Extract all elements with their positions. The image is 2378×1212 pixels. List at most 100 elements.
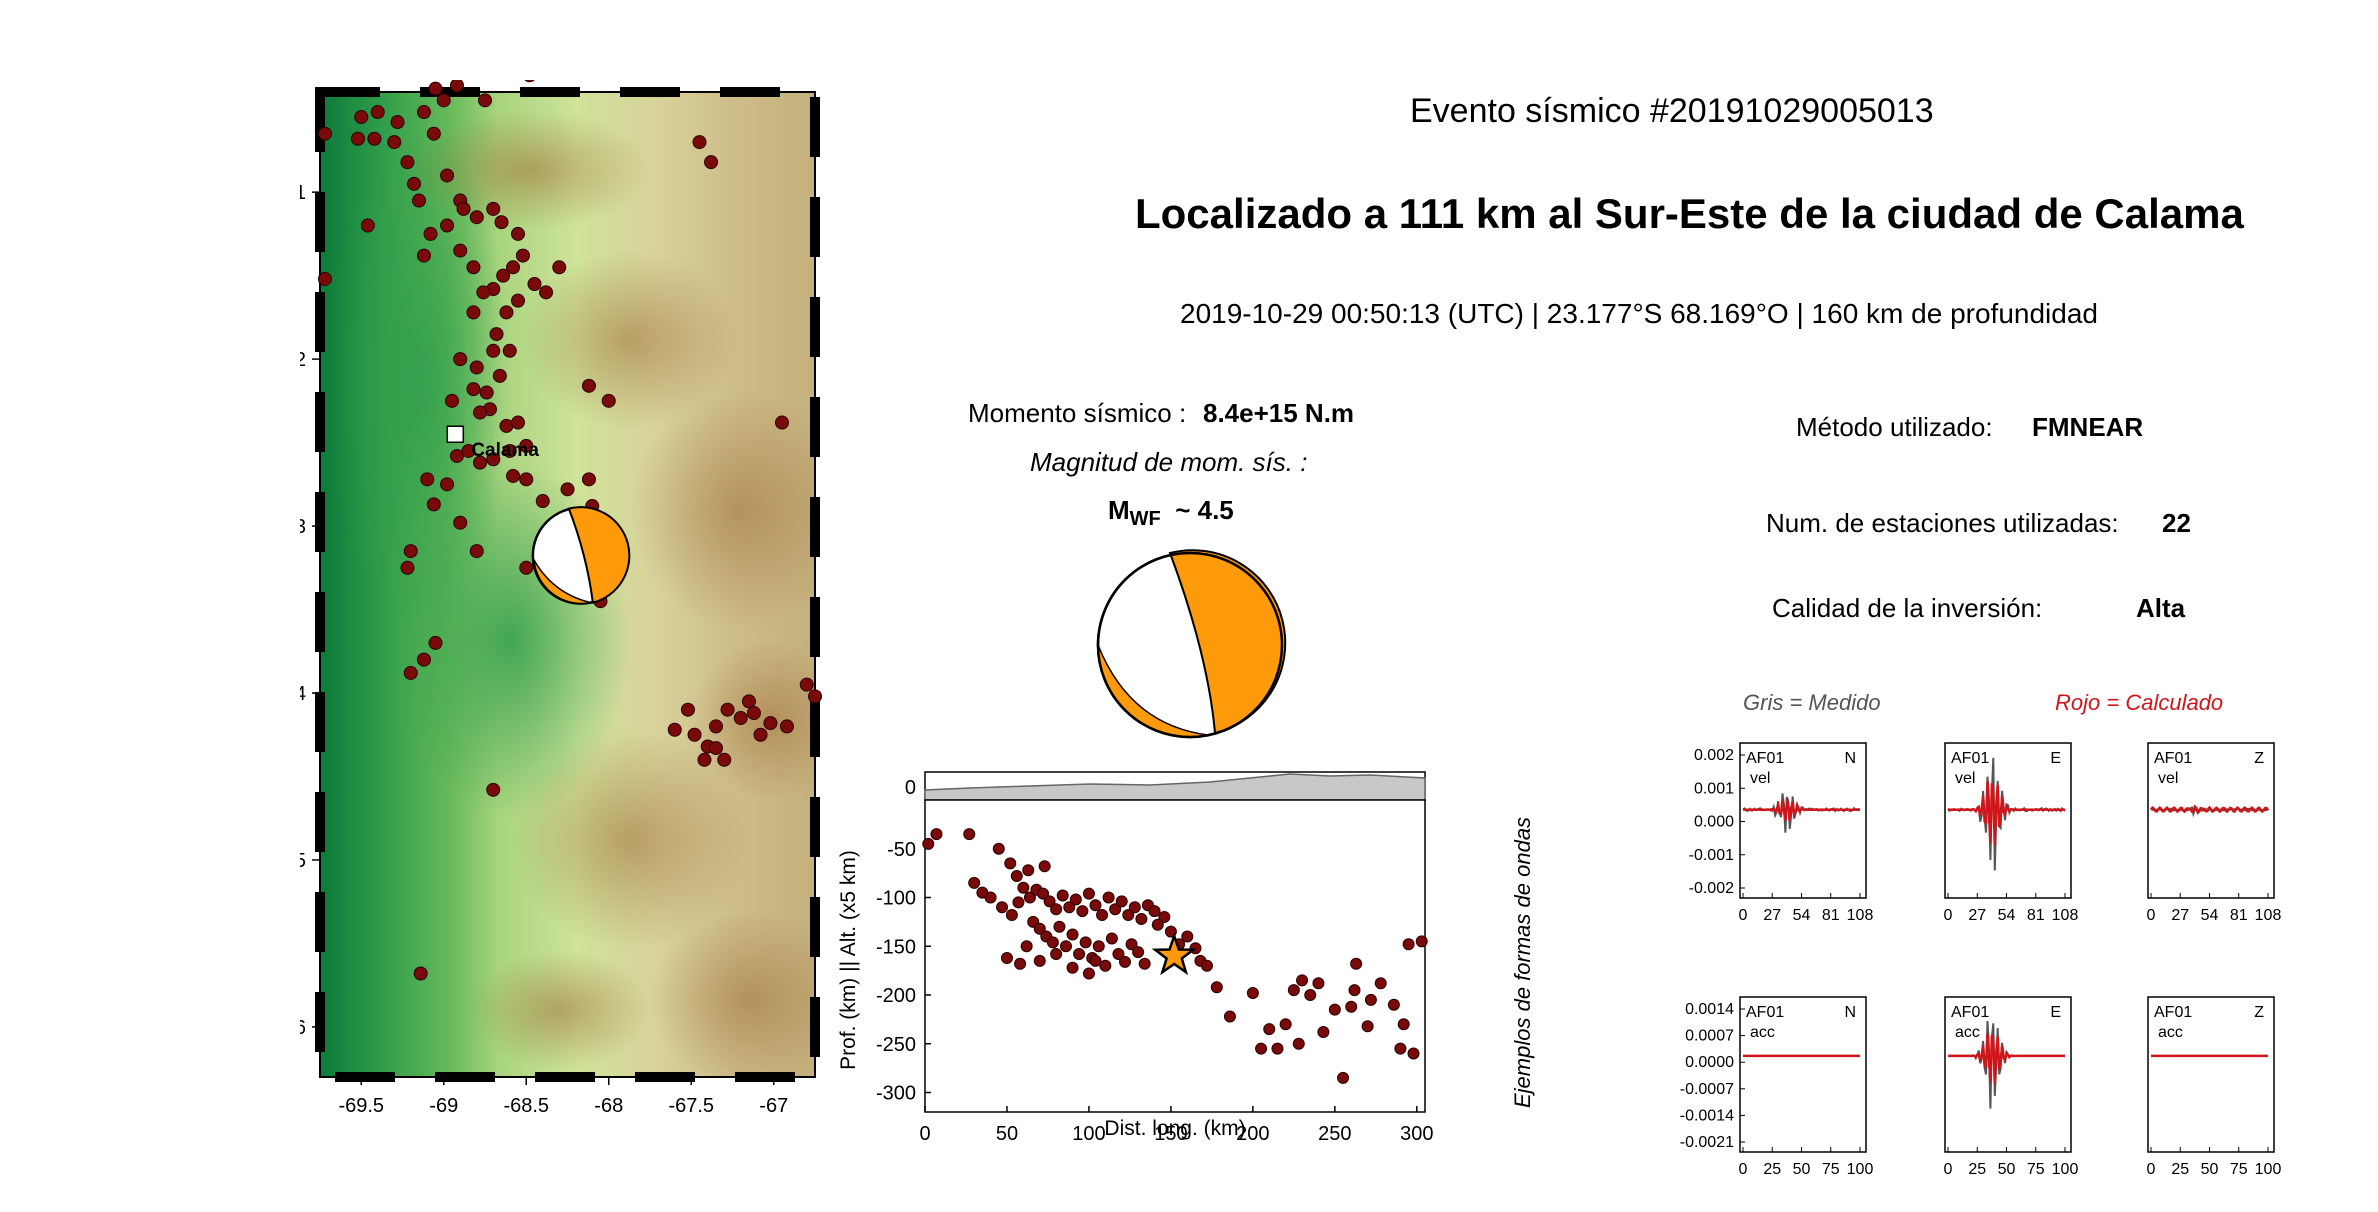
waveform-x-tick-label: 81 (2027, 907, 2045, 924)
waveform-y-tick-label: -0.002 (1689, 880, 1734, 897)
xs-event-dot (984, 891, 997, 904)
xs-event-dot (1132, 946, 1145, 959)
waveform-x-tick-label: 50 (2201, 1161, 2219, 1175)
xs-event-dot (1082, 887, 1095, 900)
xs-event-dot (1304, 989, 1317, 1001)
map-event-dot (426, 497, 441, 512)
waveform-y-tick-label: -0.0014 (1680, 1107, 1734, 1124)
waveform-y-tick-label: -0.0007 (1680, 1081, 1734, 1098)
xs-event-dot (1119, 955, 1131, 968)
map-x-tick-label: -68 (594, 1095, 623, 1117)
map-event-dot (428, 635, 443, 650)
city-label: Calama (471, 440, 539, 461)
xs-event-dot (1089, 899, 1102, 912)
magnitude-subscript: WF (1129, 508, 1161, 531)
xs-event-dot (1255, 1042, 1268, 1055)
waveform-station: AF01 (2154, 1004, 2192, 1021)
waveform-grid: AF01 Nvel 0.002 0.001 0.000 -0.001 -0.002 0 27 54… (1680, 742, 2282, 1175)
waveform-station: AF01 (1951, 750, 1989, 767)
xs-event-dot (1020, 940, 1033, 953)
map-event-dot (799, 677, 814, 692)
legend-measured: Gris = Medido (1743, 690, 1881, 715)
waveform-x-tick-label: 54 (2201, 907, 2219, 924)
map-event-dot (511, 226, 525, 241)
xs-event-dot (1151, 918, 1164, 931)
map-event-dot (687, 727, 702, 742)
waveform-x-tick-label: 100 (2255, 1161, 2282, 1175)
map-event-dot (412, 193, 426, 208)
xs-event-dot (1005, 909, 1018, 922)
map-event-dot (428, 81, 443, 96)
map-event-dot (560, 482, 575, 497)
xs-event-dot (1148, 905, 1161, 918)
xs-y-tick-label: -300 (876, 1083, 916, 1105)
cross-section-chart: 0 0 50 100 150 200 250 300-50-100-150-200-250-… (837, 771, 1433, 1145)
city-square (446, 425, 465, 443)
map-event-dot (466, 305, 481, 320)
map-event-dot (720, 702, 735, 717)
xs-event-dot (1082, 967, 1095, 980)
waveform-station: AF01 (1746, 1004, 1784, 1021)
xs-event-dot (1059, 940, 1072, 953)
waveform-component: E (2050, 1004, 2061, 1021)
waveform-y-tick-label: 0.002 (1694, 747, 1734, 764)
map-event-dot (524, 80, 535, 83)
xs-event-dot (1337, 1071, 1350, 1084)
xs-event-dot (1361, 1020, 1374, 1033)
map-event-dot (479, 385, 494, 400)
map-event-dot (317, 271, 332, 286)
map-event-dot (506, 468, 521, 483)
map-event-dot (416, 248, 431, 263)
moment-value: 8.4e+15 N.m (1203, 398, 1355, 428)
method-value: FMNEAR (2032, 412, 2144, 442)
waveform-x-tick-label: 0 (2147, 1161, 2156, 1175)
map-event-dot (478, 93, 492, 108)
waveform-kind: acc (1955, 1024, 1980, 1041)
map-event-dot (350, 131, 365, 146)
waveform-x-tick-label: 54 (1793, 907, 1811, 924)
xs-event-dot (1312, 977, 1325, 990)
waveform-x-tick-label: 100 (2052, 1161, 2079, 1175)
map-event-dot (601, 393, 616, 408)
waveform-x-tick-label: 25 (2171, 1161, 2189, 1175)
xs-event-dot (1292, 1037, 1305, 1050)
xs-event-dot (1099, 959, 1112, 972)
map-event-dot (449, 80, 464, 93)
map-event-dot (360, 218, 375, 233)
waveform-station: AF01 (1951, 1004, 1989, 1021)
map-event-dot (486, 201, 501, 216)
waveform-x-tick-label: 27 (1763, 907, 1781, 924)
map-y-tick-label: -21 (300, 182, 306, 204)
map-event-dot (808, 689, 822, 704)
map-event-dot (440, 168, 455, 183)
map-event-dot (779, 719, 794, 734)
waveform-y-tick-label: 0.001 (1694, 780, 1734, 797)
map-event-dot (494, 215, 509, 230)
waveform-x-tick-label: 0 (2147, 907, 2156, 924)
xs-event-dot (1387, 998, 1400, 1011)
xs-event-dot (1076, 905, 1089, 918)
map-event-dot (519, 560, 534, 575)
xs-event-dot (1105, 932, 1118, 945)
map-x-tick-label: -69 (429, 1095, 458, 1117)
moment-label: Momento sísmico : (968, 398, 1187, 428)
map-event-dot (746, 706, 761, 721)
xs-x-tick-label: 300 (1400, 1123, 1433, 1145)
xs-event-dot (992, 842, 1005, 855)
map-event-dot (489, 327, 504, 342)
xs-y-tick-label: -50 (887, 839, 916, 861)
map-event-dot (581, 472, 596, 487)
magnitude-value: MWF ~ 4.5 (1108, 495, 1234, 531)
waveform-x-tick-label: 100 (1847, 1161, 1874, 1175)
topography-strip: 0 (905, 771, 1426, 801)
xs-event-dot (1415, 935, 1428, 948)
map-beachball (531, 506, 631, 605)
xs-event-dot (1328, 1003, 1341, 1016)
map-event-dot (370, 105, 385, 120)
quality-label: Calidad de la inversión: (1772, 593, 2043, 623)
headline: Localizado a 111 km al Sur-Este de la ci… (1135, 190, 2244, 237)
xs-event-dot (1263, 1023, 1276, 1036)
xs-event-dot (1279, 1018, 1292, 1031)
xs-event-dot (1000, 951, 1013, 964)
xs-event-dot (1096, 909, 1109, 922)
